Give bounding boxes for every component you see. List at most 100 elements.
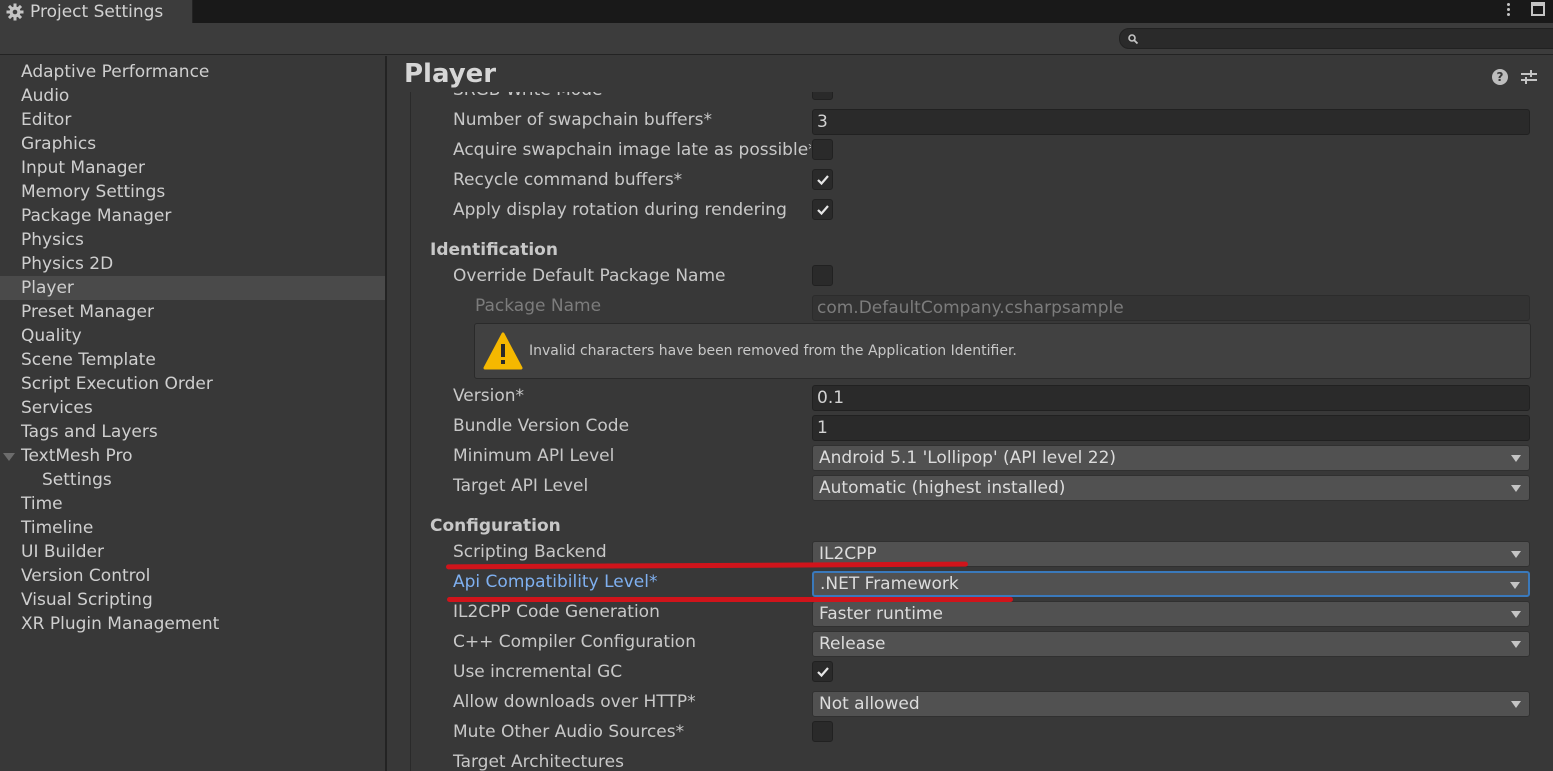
incremental-gc-label: Use incremental GC [453,662,623,682]
sidebar-item-timeline[interactable]: Timeline [0,516,385,540]
min-api-label: Minimum API Level [453,446,615,466]
min-api-dropdown[interactable]: Android 5.1 'Lollipop' (API level 22) [812,445,1530,471]
recycle-buffers-row: Recycle command buffers* [411,166,1553,196]
acquire-late-row: Acquire swapchain image late as possible… [411,136,1553,166]
srgb-write-mode-checkbox[interactable] [812,92,833,100]
http-downloads-label: Allow downloads over HTTP* [453,692,696,712]
sidebar-item-graphics[interactable]: Graphics [0,132,385,156]
swapchain-buffers-label: Number of swapchain buffers* [453,110,712,130]
sidebar-item-services[interactable]: Services [0,396,385,420]
sidebar-item-textmesh-pro[interactable]: TextMesh Pro [0,444,385,468]
target-api-label: Target API Level [453,476,589,496]
incremental-gc-checkbox[interactable] [812,661,833,682]
sidebar-item-physics-2d[interactable]: Physics 2D [0,252,385,276]
maximize-icon[interactable] [1531,2,1545,16]
search-input[interactable] [1119,28,1553,49]
sidebar-item-adaptive-performance[interactable]: Adaptive Performance [0,60,385,84]
annotation-underline-api-compat [447,597,1013,602]
sidebar-item-scene-template[interactable]: Scene Template [0,348,385,372]
tab-title: Project Settings [30,1,164,22]
display-rotation-checkbox[interactable] [812,199,833,220]
il2cpp-codegen-dropdown[interactable]: Faster runtime [812,601,1530,627]
sidebar-item-xr-plugin-management[interactable]: XR Plugin Management [0,612,385,636]
sidebar-item-script-execution-order[interactable]: Script Execution Order [0,372,385,396]
sidebar-item-quality[interactable]: Quality [0,324,385,348]
version-field[interactable]: 0.1 [812,385,1530,411]
il2cpp-codegen-label: IL2CPP Code Generation [453,602,660,622]
chevron-down-icon [1511,641,1521,648]
chevron-down-icon [1511,485,1521,492]
target-arch-row: Target Architectures [411,748,1553,771]
sidebar-item-editor[interactable]: Editor [0,108,385,132]
scripting-backend-label: Scripting Backend [453,542,607,562]
checkmark-icon [817,667,829,678]
search-icon [1128,34,1139,45]
override-package-checkbox[interactable] [812,265,833,286]
dropdown-value: Faster runtime [819,604,943,624]
dropdown-value: Not allowed [819,694,920,714]
settings-sidebar: Adaptive Performance Audio Editor Graphi… [0,56,387,771]
warning-message: Invalid characters have been removed fro… [529,343,1017,359]
mute-audio-row: Mute Other Audio Sources* [411,718,1553,748]
sidebar-item-time[interactable]: Time [0,492,385,516]
sidebar-item-audio[interactable]: Audio [0,84,385,108]
api-compat-row: Api Compatibility Level* .NET Framework [411,568,1553,598]
identification-header: Identification [430,240,558,260]
window-tab-bar: Project Settings [0,0,1553,23]
chevron-down-icon [1511,455,1521,462]
cpp-compiler-row: C++ Compiler Configuration Release [411,628,1553,658]
sidebar-item-memory-settings[interactable]: Memory Settings [0,180,385,204]
target-api-row: Target API Level Automatic (highest inst… [411,472,1553,502]
display-rotation-row: Apply display rotation during rendering [411,196,1553,226]
package-name-label: Package Name [475,296,602,316]
sidebar-item-visual-scripting[interactable]: Visual Scripting [0,588,385,612]
sidebar-item-version-control[interactable]: Version Control [0,564,385,588]
chevron-down-icon [1511,701,1521,708]
settings-scroll-area[interactable]: SRGB Write Mode Number of swapchain buff… [410,92,1553,771]
dropdown-value: Android 5.1 'Lollipop' (API level 22) [819,448,1117,468]
mute-audio-checkbox[interactable] [812,721,833,742]
http-downloads-row: Allow downloads over HTTP* Not allowed [411,688,1553,718]
dropdown-value: .NET Framework [820,574,959,594]
package-name-row: Package Name com.DefaultCompany.csharpsa… [411,292,1553,322]
min-api-row: Minimum API Level Android 5.1 'Lollipop'… [411,442,1553,472]
dropdown-value: IL2CPP [819,544,877,564]
mute-audio-label: Mute Other Audio Sources* [453,722,685,742]
more-options-icon[interactable] [1501,1,1515,21]
cpp-compiler-dropdown[interactable]: Release [812,631,1530,657]
recycle-buffers-label: Recycle command buffers* [453,170,683,190]
sidebar-item-package-manager[interactable]: Package Manager [0,204,385,228]
sidebar-item-ui-builder[interactable]: UI Builder [0,540,385,564]
api-compat-dropdown[interactable]: .NET Framework [812,571,1530,597]
sidebar-item-tags-and-layers[interactable]: Tags and Layers [0,420,385,444]
sidebar-item-preset-manager[interactable]: Preset Manager [0,300,385,324]
version-label: Version* [453,386,525,406]
srgb-write-mode-row: SRGB Write Mode [411,92,1553,106]
recycle-buffers-checkbox[interactable] [812,169,833,190]
sidebar-item-textmesh-settings[interactable]: Settings [0,468,385,492]
help-icon[interactable]: ? [1492,69,1508,85]
http-downloads-dropdown[interactable]: Not allowed [812,691,1530,717]
swapchain-buffers-row: Number of swapchain buffers* 3 [411,106,1553,136]
presets-settings-icon[interactable] [1520,68,1538,86]
page-title: Player [404,59,497,89]
target-api-dropdown[interactable]: Automatic (highest installed) [812,475,1530,501]
dropdown-value: Release [819,634,886,654]
override-package-label: Override Default Package Name [453,266,726,286]
sidebar-item-physics[interactable]: Physics [0,228,385,252]
acquire-late-checkbox[interactable] [812,139,833,160]
cpp-compiler-label: C++ Compiler Configuration [453,632,696,652]
il2cpp-codegen-row: IL2CPP Code Generation Faster runtime [411,598,1553,628]
warning-icon [483,332,523,370]
toolbar [0,23,1553,55]
warning-helpbox: Invalid characters have been removed fro… [474,323,1531,379]
swapchain-buffers-field[interactable]: 3 [812,109,1530,135]
foldout-arrow-icon[interactable] [3,453,15,461]
bundle-version-field[interactable]: 1 [812,415,1530,441]
incremental-gc-row: Use incremental GC [411,658,1553,688]
package-name-field: com.DefaultCompany.csharpsample [812,295,1530,321]
chevron-down-icon [1510,582,1520,589]
sidebar-item-player[interactable]: Player [0,276,385,300]
project-settings-tab[interactable]: Project Settings [0,0,193,23]
sidebar-item-input-manager[interactable]: Input Manager [0,156,385,180]
